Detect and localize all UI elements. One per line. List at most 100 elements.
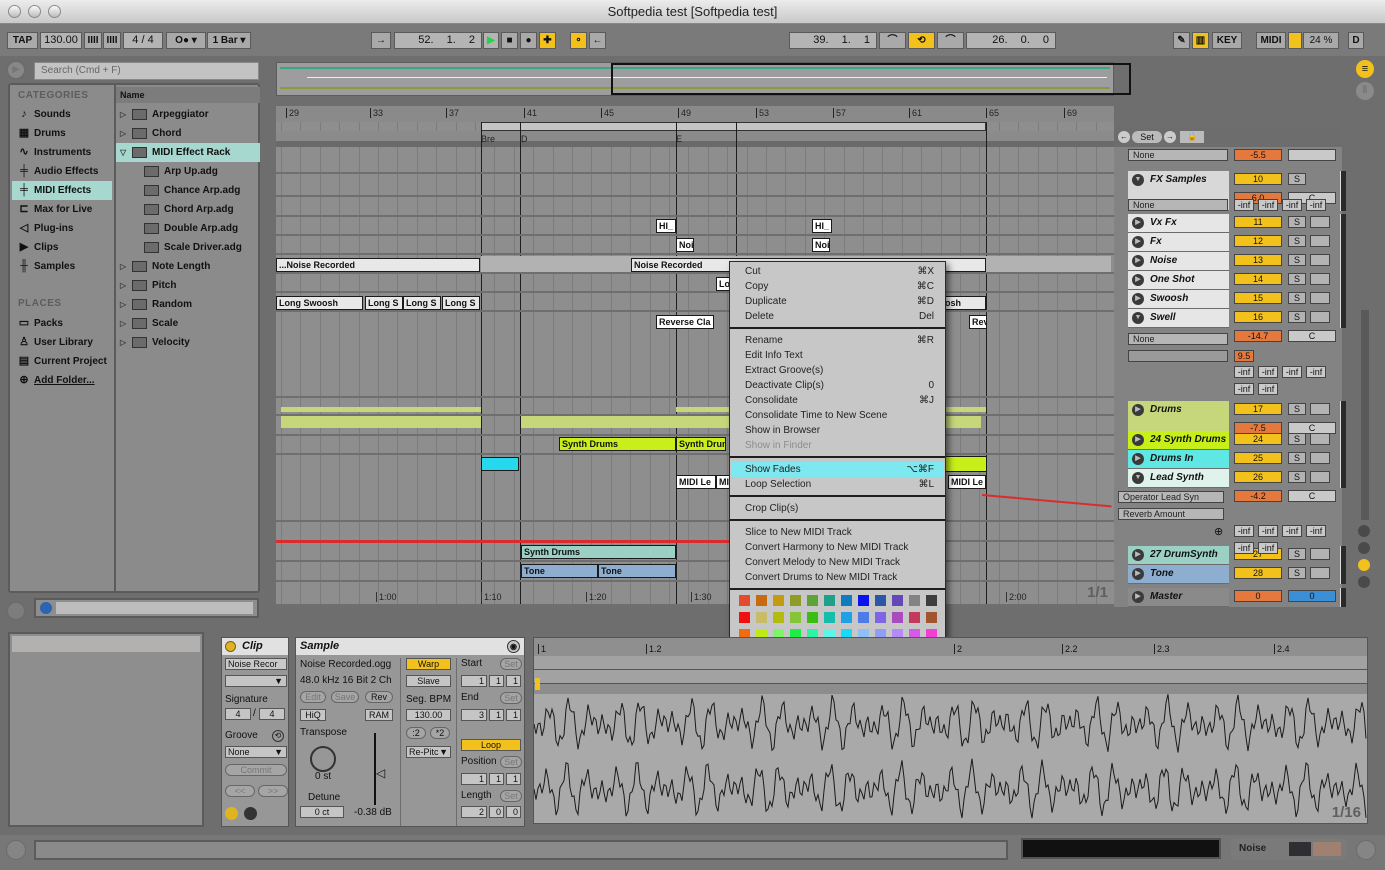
menu-item-edit-info-text[interactable]: Edit Info Text [731, 348, 944, 363]
signature-denominator-field[interactable]: 4 [259, 708, 285, 720]
clip-nudge-forward-button[interactable]: >> [258, 785, 288, 797]
track-activator[interactable]: 11 [1234, 216, 1282, 228]
clip-nudge-back-button[interactable]: << [225, 785, 255, 797]
commit-button[interactable]: Commit [225, 764, 287, 776]
tap-tempo-button[interactable]: TAP [7, 32, 38, 49]
send-knob[interactable]: -inf [1258, 542, 1278, 554]
top-pan[interactable] [1288, 149, 1336, 161]
arrangement-clip[interactable]: Tone [521, 564, 598, 578]
color-swatch[interactable] [858, 612, 869, 623]
arrangement-view[interactable]: Bre D E HI_ HI_ Noi Noi ...Noise Recorded Noise … [276, 122, 1114, 606]
minimize-window-button[interactable] [28, 5, 41, 18]
color-swatch[interactable] [875, 612, 886, 623]
next-locator-icon[interactable]: → [1164, 131, 1176, 143]
position-bar-field[interactable]: 1 [461, 773, 487, 785]
track-header-lead-synth[interactable]: ▼ Lead Synth [1128, 469, 1229, 488]
menu-item-cut[interactable]: Cut ⌘X [731, 264, 944, 279]
arrangement-clip[interactable]: Noi [812, 238, 830, 252]
color-swatch[interactable] [756, 612, 767, 623]
send-knob[interactable]: -inf [1258, 383, 1278, 395]
browser-item[interactable]: ▷ Random [116, 295, 260, 314]
category-midi-effects[interactable]: ╪ MIDI Effects [12, 181, 112, 200]
position-sixteenth-field[interactable]: 1 [506, 773, 521, 785]
menu-item-show-in-browser[interactable]: Show in Browser [731, 423, 944, 438]
category-instruments[interactable]: ∿ Instruments [12, 143, 112, 162]
length-bar-field[interactable]: 2 [461, 806, 487, 818]
expand-arrow-icon[interactable]: ▷ [120, 333, 126, 352]
send-knob[interactable]: -inf [1234, 383, 1254, 395]
arrangement-clip[interactable]: Synth Drun [676, 437, 726, 451]
color-swatch[interactable] [926, 595, 937, 606]
category-clips[interactable]: ▶ Clips [12, 238, 112, 257]
arrangement-clip[interactable]: ...Noise Recorded [276, 258, 480, 272]
time-signature-field[interactable]: 4 / 4 [123, 32, 163, 49]
place-current-project[interactable]: ▤ Current Project [12, 352, 112, 371]
nudge-up-button[interactable]: IIII [103, 32, 121, 49]
arrangement-clip[interactable]: Rev [969, 315, 987, 329]
solo-button[interactable]: S [1288, 567, 1306, 579]
arrangement-clip[interactable]: Reverse Cla [656, 315, 714, 329]
sample-options-icon[interactable]: ◉ [507, 640, 520, 653]
track-fold-icon[interactable]: ▶ [1132, 255, 1144, 267]
end-sixteenth-field[interactable]: 1 [506, 709, 521, 721]
gain-slider-handle-icon[interactable]: ◁ [376, 766, 385, 780]
warp-mode-dropdown[interactable]: Re-Pitc ▼ [406, 746, 451, 758]
start-set-button[interactable]: Set [500, 658, 522, 670]
track-header-vx-fx[interactable]: ▶ Vx Fx [1128, 214, 1229, 233]
key-map-button[interactable]: KEY [1212, 32, 1242, 49]
loop-length-field[interactable]: 26. 0. 0 [966, 32, 1056, 49]
end-set-button[interactable]: Set [500, 692, 522, 704]
solo-button[interactable]: S [1288, 173, 1306, 185]
warp-marker-lane[interactable] [534, 684, 1367, 694]
color-swatch[interactable] [858, 595, 869, 606]
send-knob[interactable]: -inf [1234, 366, 1254, 378]
vertical-scrollbar[interactable] [1361, 310, 1369, 520]
computer-midi-keyboard-button[interactable]: ▥ [1192, 32, 1209, 49]
category-audio-effects[interactable]: ╪ Audio Effects [12, 162, 112, 181]
expand-arrow-icon[interactable]: ▷ [120, 105, 126, 124]
arm-button[interactable] [1310, 273, 1330, 285]
close-window-button[interactable] [8, 5, 21, 18]
pan-field[interactable]: C [1288, 330, 1336, 342]
browser-item[interactable]: Chance Arp.adg [116, 181, 260, 200]
arrangement-clip[interactable]: Long S [442, 296, 480, 310]
track-fold-icon[interactable]: ▶ [1132, 293, 1144, 305]
color-swatch[interactable] [739, 612, 750, 623]
solo-button[interactable]: S [1288, 403, 1306, 415]
expand-detail-right-icon[interactable] [1356, 840, 1376, 860]
send-knob[interactable]: -inf [1234, 199, 1254, 211]
color-swatch[interactable] [926, 612, 937, 623]
save-button[interactable]: Save [331, 691, 359, 703]
track-header-swoosh[interactable]: ▶ Swoosh [1128, 290, 1229, 309]
menu-item-convert-melody-to-new-midi-track[interactable]: Convert Melody to New MIDI Track [731, 555, 944, 570]
length-beat-field[interactable]: 0 [489, 806, 504, 818]
end-beat-field[interactable]: 1 [489, 709, 504, 721]
play-button[interactable]: ▶ [483, 32, 499, 49]
track-activator[interactable]: 13 [1234, 254, 1282, 266]
browser-item[interactable]: ▷ Velocity [116, 333, 260, 352]
arrangement-clip[interactable]: Synth Drums [521, 545, 676, 559]
overdub-button[interactable]: ✚ [539, 32, 556, 49]
start-beat-field[interactable]: 1 [489, 675, 504, 687]
track-header-noise[interactable]: ▶ Noise [1128, 252, 1229, 271]
browser-item[interactable]: Arp Up.adg [116, 162, 260, 181]
expand-arrow-icon[interactable]: ▷ [120, 314, 126, 333]
draw-mode-button[interactable]: ✎ [1173, 32, 1190, 49]
track-activator[interactable]: 25 [1234, 452, 1282, 464]
solo-button[interactable]: S [1288, 433, 1306, 445]
position-beat-field[interactable]: 1 [489, 773, 504, 785]
track-fold-icon[interactable]: ▶ [1132, 434, 1144, 446]
add-folder-link[interactable]: ⊕ Add Folder... [12, 371, 112, 390]
color-swatch[interactable] [807, 595, 818, 606]
color-swatch[interactable] [773, 612, 784, 623]
tempo-field[interactable]: 130.00 [40, 32, 82, 49]
color-swatch[interactable] [892, 612, 903, 623]
length-sixteenth-field[interactable]: 0 [506, 806, 521, 818]
menu-item-rename[interactable]: Rename ⌘R [731, 333, 944, 348]
device-param-dropdown[interactable]: Reverb Amount [1118, 508, 1224, 520]
arm-button[interactable] [1310, 216, 1330, 228]
solo-button[interactable]: S [1288, 452, 1306, 464]
automation-line[interactable] [276, 540, 731, 543]
arrangement-clip[interactable]: Long S [365, 296, 403, 310]
send-knob[interactable]: -inf [1282, 366, 1302, 378]
